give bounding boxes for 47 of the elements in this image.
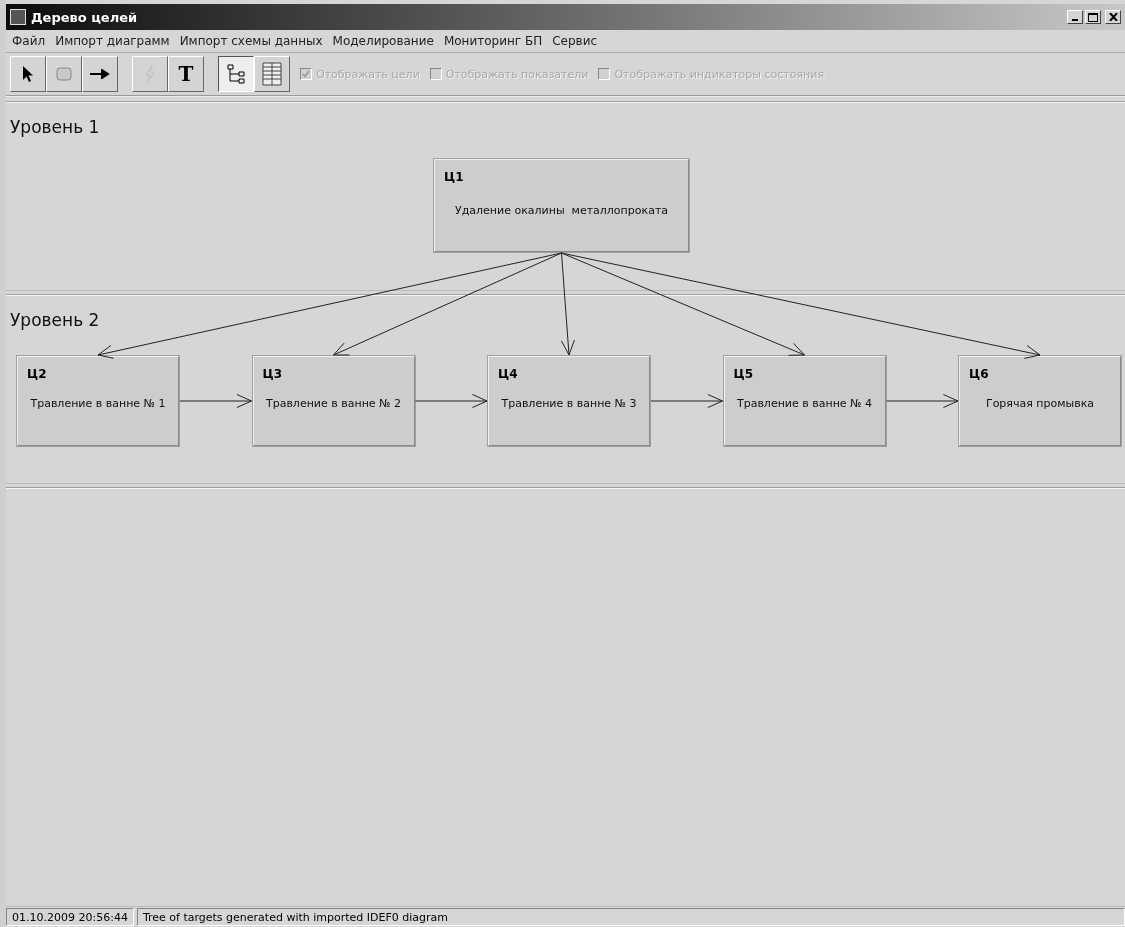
goal-node[interactable]: Ц5 Травление в ванне № 4: [723, 356, 886, 446]
goal-code: Ц6: [969, 367, 989, 381]
window-title: Дерево целей: [31, 9, 139, 25]
table-icon: [262, 62, 282, 86]
goal-text: Травление в ванне № 4: [735, 397, 874, 410]
goal-node[interactable]: Ц6 Горячая промывка: [959, 356, 1121, 446]
goal-code: Ц3: [262, 367, 282, 381]
menu-item[interactable]: Мониторинг БП: [438, 34, 548, 48]
goal-node[interactable]: Ц1 Удаление окалины металлопроката: [434, 159, 689, 252]
rectangle-icon: [56, 67, 72, 81]
maximize-button[interactable]: [1085, 10, 1101, 24]
level-label: Уровень 1: [10, 117, 100, 137]
close-button[interactable]: [1105, 10, 1121, 24]
table-tool-button[interactable]: [254, 56, 290, 92]
pointer-icon: [22, 65, 34, 83]
goal-text: Травление в ванне № 2: [264, 397, 403, 410]
menu-item[interactable]: Сервис: [547, 34, 603, 48]
menu-item[interactable]: Файл: [7, 34, 51, 48]
minimize-button[interactable]: [1067, 10, 1083, 24]
goal-code: Ц4: [498, 367, 518, 381]
status-message: Tree of targets generated with imported IDEF0 diagram: [136, 908, 1125, 926]
tree-tool-button[interactable]: [218, 56, 254, 92]
goal-text: Горячая промывка: [984, 397, 1096, 410]
text-tool-button[interactable]: T: [168, 56, 204, 92]
level-label: Уровень 2: [10, 310, 100, 330]
goal-node[interactable]: Ц4 Травление в ванне № 3: [488, 356, 650, 446]
arrow-icon: [90, 69, 110, 79]
goal-text: Удаление окалины металлопроката: [453, 204, 670, 217]
goal-code: Ц5: [733, 367, 753, 381]
goal-code: Ц1: [444, 170, 464, 184]
app-icon: [10, 9, 26, 25]
status-timestamp: 01.10.2009 20:56:44: [6, 908, 134, 926]
goal-text: Травление в ванне № 3: [500, 397, 638, 410]
rectangle-tool-button[interactable]: [46, 56, 82, 92]
checkmark-icon: [302, 70, 310, 78]
tree-icon: [225, 63, 247, 85]
close-icon: [1108, 13, 1118, 21]
menu-item[interactable]: Импорт диаграмм: [50, 34, 175, 48]
menu-item[interactable]: Импорт схемы данных: [174, 34, 328, 48]
goal-code: Ц2: [27, 367, 47, 381]
pointer-tool-button[interactable]: [10, 56, 46, 92]
goal-node[interactable]: Ц3 Травление в ванне № 2: [252, 356, 415, 446]
arrow-tool-button[interactable]: [82, 56, 118, 92]
goal-node[interactable]: Ц2 Травление в ванне № 1: [17, 356, 179, 446]
maximize-icon: [1088, 12, 1098, 22]
menu-item[interactable]: Моделирование: [327, 34, 439, 48]
goal-text: Травление в ванне № 1: [29, 397, 167, 410]
